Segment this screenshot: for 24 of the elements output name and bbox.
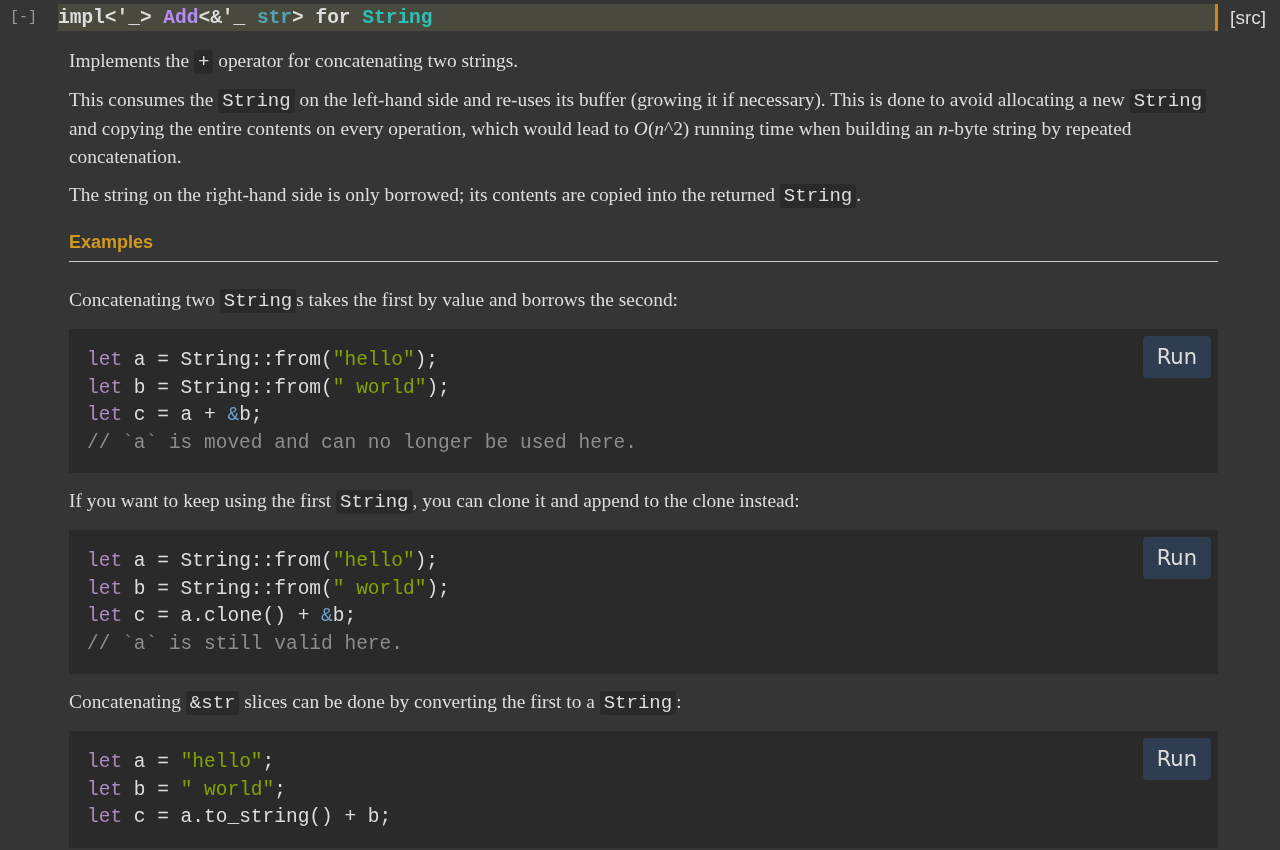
paragraph: Concatenating &str slices can be done by converting the first to a String :: [69, 690, 683, 717]
run-button[interactable]: Run: [1142, 537, 1211, 579]
impl-signature: impl<'_> Add<&'_ str> for String: [58, 4, 1216, 31]
code-line: // `a` is moved and can no longer be used here.: [87, 430, 637, 456]
code-line: let b = String::from(" world");: [87, 375, 450, 401]
run-button[interactable]: Run: [1142, 336, 1211, 378]
paragraph: Implements the + operator for concatenating two strings.: [69, 49, 520, 76]
paragraph: This consumes the String on the left-hand side and re-uses its buffer (growing it if necessary). This is done to avoid allocating a new String and copying the entire contents on every operation, which would lead to O(n^2) running time when building an n-byte string by repeated concatenation.: [69, 86, 1218, 171]
run-button[interactable]: Run: [1142, 738, 1211, 780]
code-line: let b = String::from(" world");: [87, 576, 450, 602]
code-line: let a = String::from("hello");: [87, 549, 439, 574]
collapse-toggle[interactable]: [-]: [0, 9, 58, 26]
code-line: let a = "hello";: [87, 750, 275, 775]
code-line: let b = " world";: [87, 777, 286, 803]
section-heading: Examples: [69, 232, 155, 253]
paragraph: If you want to keep using the first String , you can clone it and append to the clone instead:: [69, 489, 801, 516]
code-line: // `a` is still valid here.: [87, 631, 403, 657]
code-line: let c = a.clone() + &b;: [87, 604, 357, 629]
paragraph: The string on the right-hand side is only borrowed; its contents are copied into the returned String .: [69, 183, 863, 210]
source-link[interactable]: [src]: [1230, 6, 1266, 29]
code-line: let c = a.to_string() + b;: [87, 805, 392, 830]
paragraph: Concatenating two String s takes the first by value and borrows the second:: [69, 288, 679, 315]
code-line: let c = a + &b;: [87, 403, 263, 428]
code-line: let a = String::from("hello");: [87, 348, 439, 373]
